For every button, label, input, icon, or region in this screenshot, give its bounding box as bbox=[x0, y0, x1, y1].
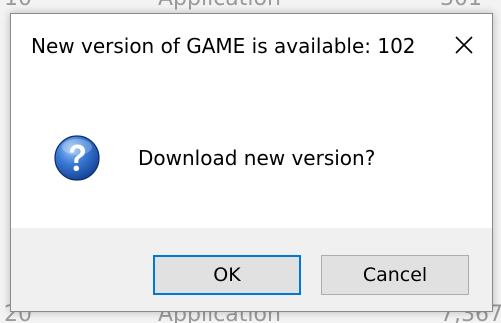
background-row-top: 10 Application 301 bbox=[0, 0, 501, 12]
dialog-footer: OK Cancel bbox=[11, 228, 492, 311]
background-cell: Application bbox=[158, 0, 281, 11]
dialog-content: Download new version? bbox=[11, 78, 492, 228]
message-dialog: New version of GAME is available: 102 Do… bbox=[10, 13, 493, 312]
cancel-button[interactable]: Cancel bbox=[321, 255, 469, 295]
dialog-message: Download new version? bbox=[138, 146, 376, 170]
background-cell: 301 bbox=[440, 0, 482, 11]
ok-button[interactable]: OK bbox=[153, 255, 301, 295]
dialog-titlebar[interactable]: New version of GAME is available: 102 bbox=[11, 14, 492, 78]
question-icon bbox=[54, 135, 100, 181]
dialog-title: New version of GAME is available: 102 bbox=[31, 34, 416, 58]
close-button[interactable] bbox=[446, 27, 482, 63]
background-cell: 10 bbox=[4, 0, 32, 11]
close-icon bbox=[455, 36, 473, 54]
